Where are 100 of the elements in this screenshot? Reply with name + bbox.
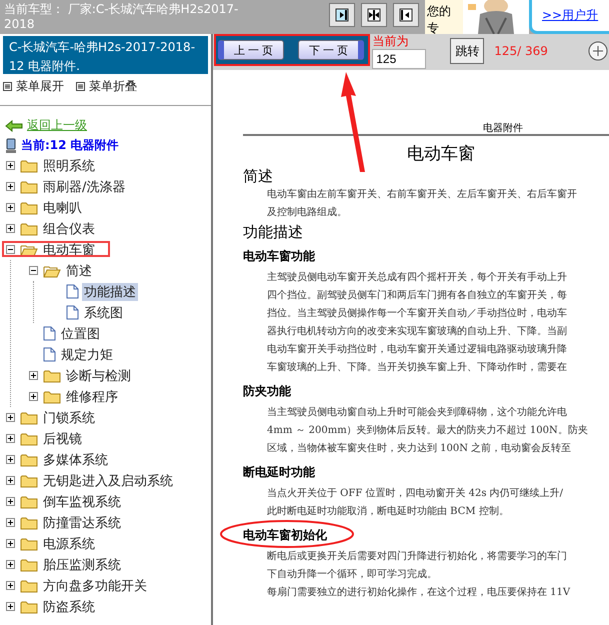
expand-toggle[interactable] xyxy=(6,224,17,233)
document-icon xyxy=(66,284,79,299)
tree-item[interactable]: 系统图 xyxy=(82,304,125,322)
expand-toggle[interactable] xyxy=(6,602,17,611)
folder-icon xyxy=(20,222,38,236)
paragraph-line: 及控制电路组成。 xyxy=(266,206,348,220)
expand-toggle[interactable] xyxy=(6,476,17,485)
sidebar-title: C-长城汽车-哈弗H2s-2017-2018- 12 电器附件. xyxy=(3,36,208,74)
folder-icon xyxy=(20,600,38,614)
section-heading: 功能描述 xyxy=(243,223,304,242)
expand-right-icon[interactable] xyxy=(329,3,355,27)
list-icon xyxy=(76,82,85,91)
tree-item[interactable]: 位置图 xyxy=(59,324,102,342)
subsection-heading: 电动车窗初始化 xyxy=(243,527,327,544)
paragraph-line: 断电后或更换开关后需要对四门升降进行初始化，将需要学习的车门 xyxy=(266,550,568,564)
document-icon xyxy=(43,347,56,362)
expand-toggle[interactable] xyxy=(29,392,40,401)
folder-icon xyxy=(20,452,38,466)
expand-toggle[interactable] xyxy=(6,539,17,548)
car-model-label: 当前车型： 厂家:C-长城汽车哈弗H2s2017-2018 xyxy=(3,1,240,33)
tree-item[interactable]: 照明系统 xyxy=(41,156,97,174)
tree-item[interactable]: 倒车监视系统 xyxy=(41,492,123,510)
expand-toggle[interactable] xyxy=(6,455,17,464)
page-count: 125/ 369 xyxy=(494,44,548,58)
back-arrow-icon xyxy=(5,120,23,132)
paragraph-line: 电动车窗由左前车窗开关、右前车窗开关、左后车窗开关、右后车窗开 xyxy=(266,188,578,202)
current-section-label: 当前:12 电器附件 xyxy=(21,137,119,154)
expand-all-link[interactable]: 菜单展开 xyxy=(16,78,64,95)
tree-item[interactable]: 电喇叭 xyxy=(41,198,84,216)
folder-icon xyxy=(20,494,38,508)
page-header: 电器附件 xyxy=(483,123,523,134)
expand-toggle[interactable] xyxy=(6,182,17,191)
page-input[interactable]: 125 xyxy=(372,49,426,69)
expand-toggle[interactable] xyxy=(6,161,17,170)
tree-item[interactable]: 简述 xyxy=(64,262,94,280)
collapse-toggle[interactable] xyxy=(29,266,40,275)
folder-icon xyxy=(20,536,38,550)
slogan-text: 您的专 xyxy=(425,0,463,34)
paragraph-line: 区域，当物体被车窗夹住时，夹力达到 100N 之前，电动窗会反转至 xyxy=(266,442,572,456)
computer-icon xyxy=(5,138,17,154)
folder-icon xyxy=(43,390,61,404)
document-icon xyxy=(66,305,79,320)
paragraph-line: 当主驾驶员侧电动窗自动上升时可能会夹到障碍物，这个功能允许电 xyxy=(266,406,568,420)
subsection-heading: 断电延时功能 xyxy=(243,464,315,481)
tree-item[interactable]: 规定力矩 xyxy=(59,346,115,364)
folder-icon xyxy=(20,516,38,530)
tree-item[interactable]: 功能描述 xyxy=(82,282,138,300)
tree-item[interactable]: 后视镜 xyxy=(41,430,84,448)
folder-icon xyxy=(20,578,38,592)
paragraph-line: 挡位。当主驾驶员侧操作每一个车窗开关自动／手动挡位时，电动车 xyxy=(266,306,568,321)
document-icon xyxy=(43,326,56,341)
paragraph-line: 每扇门需要独立的进行初始化操作，在这个过程，电压要保持在 11V xyxy=(266,586,572,600)
folder-icon xyxy=(20,558,38,572)
paragraph-line: 器执行电机转动方向的改变来实现车窗玻璃的自动上升、下降。当副 xyxy=(266,324,568,339)
collapse-left-icon[interactable] xyxy=(393,3,419,27)
tree-item[interactable]: 诊断与检测 xyxy=(64,366,133,384)
paragraph-line: 主驾驶员侧电动车窗开关总成有四个摇杆开关，每个开关有手动上升 xyxy=(266,270,568,285)
tree-item[interactable]: 雨刷器/洗涤器 xyxy=(41,178,128,196)
folder-icon xyxy=(43,264,61,278)
folder-icon xyxy=(20,200,38,214)
folder-icon xyxy=(43,368,61,382)
tree-item[interactable]: 维修程序 xyxy=(64,388,120,406)
paragraph-line: 此时断电延时功能取消，断电延时功能由 BCM 控制。 xyxy=(266,504,510,519)
folder-icon xyxy=(20,410,38,424)
paragraph-line: 四个挡位。副驾驶员侧车门和两后车门拥有各自独立的车窗开关，每 xyxy=(266,288,568,303)
back-link[interactable]: 返回上一级 xyxy=(27,117,87,134)
expand-toggle[interactable] xyxy=(6,497,17,506)
paragraph-line: 电动车窗开关手动挡位时，电动车窗开关通过逻辑电路驱动玻璃升降 xyxy=(266,342,568,357)
split-panes-icon[interactable] xyxy=(361,3,387,27)
document-title: 电动车窗 xyxy=(406,143,476,166)
page-label: 当前为 xyxy=(372,34,410,48)
expand-toggle[interactable] xyxy=(29,371,40,380)
tree-item[interactable]: 组合仪表 xyxy=(41,220,97,238)
folder-icon xyxy=(20,432,38,446)
previous-page-button[interactable]: 上 一 页 xyxy=(218,40,284,60)
zoom-in-icon[interactable] xyxy=(587,40,609,62)
tree-item[interactable]: 防撞雷达系统 xyxy=(41,514,123,532)
collapse-all-link[interactable]: 菜单折叠 xyxy=(89,78,137,95)
expand-toggle[interactable] xyxy=(6,434,17,443)
list-icon xyxy=(3,82,12,91)
expand-toggle[interactable] xyxy=(6,518,17,527)
tree-item[interactable]: 防盗系统 xyxy=(41,598,97,616)
section-heading: 简述 xyxy=(243,167,274,186)
paragraph-line: 下自动升降一个循环，即可学习完成。 xyxy=(266,568,438,582)
folder-icon xyxy=(20,242,38,256)
tree-item[interactable]: 胎压监测系统 xyxy=(41,556,123,574)
collapse-toggle[interactable] xyxy=(6,245,17,254)
folder-icon xyxy=(20,474,38,488)
tree-item[interactable]: 电源系统 xyxy=(41,534,97,552)
tree-item[interactable]: 无钥匙进入及启动系统 xyxy=(41,472,175,490)
go-button[interactable]: 跳转 xyxy=(450,38,484,64)
expand-toggle[interactable] xyxy=(6,203,17,212)
upgrade-link[interactable]: >>用户升 xyxy=(542,8,598,22)
tree-item[interactable]: 方向盘多功能开关 xyxy=(41,576,149,594)
expand-toggle[interactable] xyxy=(6,560,17,569)
expand-toggle[interactable] xyxy=(6,413,17,422)
tree-item[interactable]: 多媒体系统 xyxy=(41,450,110,468)
tree-item[interactable]: 门锁系统 xyxy=(41,408,97,426)
expand-toggle[interactable] xyxy=(6,581,17,590)
next-page-button[interactable]: 下 一 页 xyxy=(298,40,364,60)
